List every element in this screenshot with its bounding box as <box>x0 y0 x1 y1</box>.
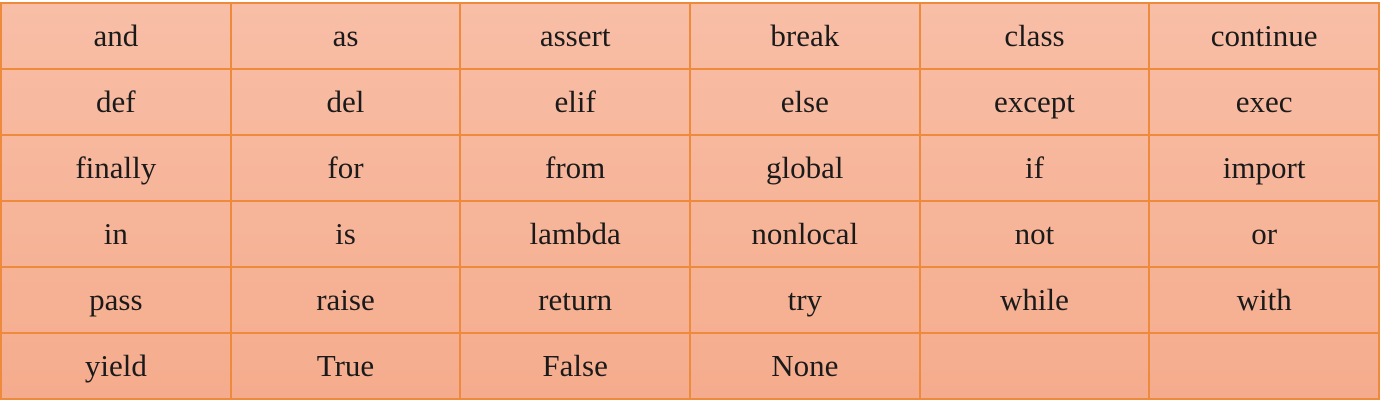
table-cell: else <box>688 68 921 136</box>
table-cell: or <box>1148 200 1380 268</box>
table-cell: pass <box>0 266 232 334</box>
table-cell: True <box>229 332 462 400</box>
table-cell: for <box>229 134 462 202</box>
table-cell: as <box>229 2 462 70</box>
table-cell: nonlocal <box>688 200 921 268</box>
table-cell <box>1148 332 1380 400</box>
keyword-table-container: and as assert break class continue def d… <box>0 2 1380 400</box>
table-cell: with <box>1148 266 1380 334</box>
table-row: and as assert break class continue <box>0 2 1380 70</box>
table-cell: None <box>688 332 921 400</box>
table-cell: finally <box>0 134 232 202</box>
table-cell: return <box>459 266 691 334</box>
table-cell: not <box>918 200 1151 268</box>
table-cell: break <box>688 2 921 70</box>
table-cell: from <box>459 134 691 202</box>
table-cell: exec <box>1148 68 1380 136</box>
keyword-table: and as assert break class continue def d… <box>0 2 1380 400</box>
table-row: def del elif else except exec <box>0 68 1380 136</box>
table-cell <box>918 332 1151 400</box>
table-cell: in <box>0 200 232 268</box>
table-row: yield True False None <box>0 332 1380 400</box>
table-cell: except <box>918 68 1151 136</box>
table-cell: raise <box>229 266 462 334</box>
table-cell: is <box>229 200 462 268</box>
table-cell: while <box>918 266 1151 334</box>
table-cell: import <box>1148 134 1380 202</box>
table-cell: del <box>229 68 462 136</box>
table-cell: def <box>0 68 232 136</box>
table-cell: assert <box>459 2 691 70</box>
table-cell: yield <box>0 332 232 400</box>
table-cell: try <box>688 266 921 334</box>
table-cell: class <box>918 2 1151 70</box>
table-row: finally for from global if import <box>0 134 1380 202</box>
table-cell: continue <box>1148 2 1380 70</box>
table-row: in is lambda nonlocal not or <box>0 200 1380 268</box>
table-cell: if <box>918 134 1151 202</box>
table-cell: lambda <box>459 200 691 268</box>
table-cell: global <box>688 134 921 202</box>
table-cell: elif <box>459 68 691 136</box>
table-cell: and <box>0 2 232 70</box>
table-cell: False <box>459 332 691 400</box>
table-row: pass raise return try while with <box>0 266 1380 334</box>
